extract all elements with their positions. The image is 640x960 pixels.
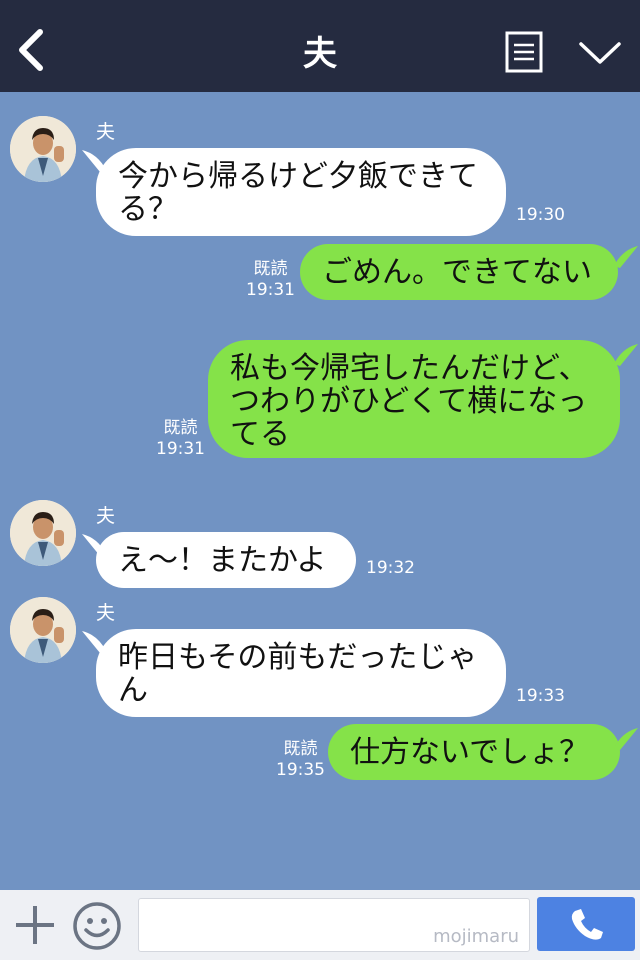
bubble-tail (614, 728, 638, 750)
read-receipt: 既読 19:35 (276, 739, 325, 781)
avatar[interactable] (10, 116, 76, 182)
message-text-line: 私も今帰宅したんだけど、 (230, 351, 589, 386)
message-text-line: ん (118, 673, 148, 708)
message-time: 19:31 (156, 439, 205, 459)
message-text-line: え〜！またかよ (118, 543, 327, 578)
message-bubble[interactable]: 私も今帰宅したんだけど、 つわりがひどくて横になっ てる (208, 340, 620, 458)
bubble-tail (614, 246, 638, 268)
husband-avatar-icon (10, 116, 76, 182)
message-time: 19:33 (516, 686, 565, 706)
message-text-line: 昨日もその前もだったじゃ (118, 640, 478, 675)
read-receipt: 既読 19:31 (156, 418, 205, 460)
husband-avatar-icon (10, 500, 76, 566)
read-receipt: 既読 19:31 (246, 259, 295, 301)
note-icon[interactable] (505, 31, 543, 73)
message-time: 19:30 (516, 205, 565, 225)
input-bar: mojimaru (0, 890, 640, 960)
avatar[interactable] (10, 597, 76, 663)
message-text-line: 仕方ないでしょ？ (350, 735, 590, 770)
message-text-line: てる (230, 417, 290, 452)
chat-title: 夫 (303, 34, 337, 74)
read-status: 既読 (163, 418, 198, 438)
message-bubble[interactable]: 仕方ないでしょ？ (328, 724, 620, 780)
message-time: 19:31 (246, 280, 295, 300)
message-bubble[interactable]: 今から帰るけど夕飯できて る？ (96, 148, 506, 236)
sender-name: 夫 (96, 602, 116, 624)
message-bubble[interactable]: え〜！またかよ (96, 532, 356, 588)
read-status: 既読 (253, 259, 288, 279)
sender-name: 夫 (96, 121, 116, 143)
chevron-down-icon[interactable] (577, 36, 623, 70)
message-bubble[interactable]: 昨日もその前もだったじゃ ん (96, 629, 506, 717)
message-text-line: 今から帰るけど夕飯できて (118, 159, 478, 194)
husband-avatar-icon (10, 597, 76, 663)
message-list[interactable]: 夫 今から帰るけど夕飯できて る？ 19:30 既読 19:31 ごめん。できて… (0, 92, 640, 890)
message-bubble[interactable]: ごめん。できてない (300, 244, 618, 300)
chat-header: 夫 (0, 0, 640, 92)
message-text-line: る？ (118, 192, 178, 227)
plus-icon[interactable] (12, 902, 58, 948)
avatar[interactable] (10, 500, 76, 566)
read-status: 既読 (283, 739, 318, 759)
bubble-tail (614, 344, 638, 366)
call-button[interactable] (537, 897, 635, 951)
message-time: 19:32 (366, 558, 415, 578)
sender-name: 夫 (96, 505, 116, 527)
message-time: 19:35 (276, 760, 325, 780)
message-text-line: つわりがひどくて横になっ (230, 384, 588, 419)
message-input[interactable]: mojimaru (138, 898, 530, 952)
watermark: mojimaru (433, 926, 519, 947)
phone-icon (571, 909, 603, 940)
message-text-line: ごめん。できてない (322, 255, 592, 290)
smiley-icon[interactable] (72, 901, 122, 951)
